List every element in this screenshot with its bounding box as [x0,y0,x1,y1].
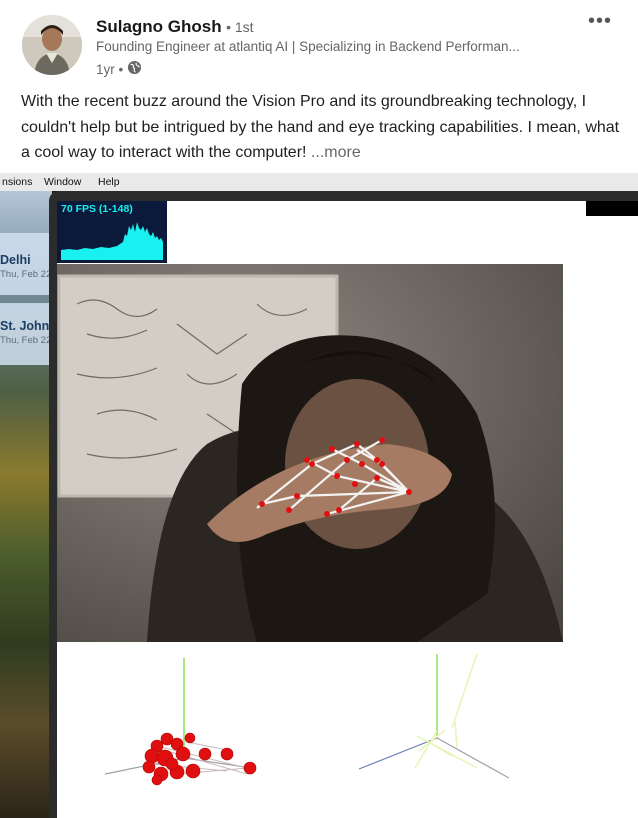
weather-city: St. John [0,319,50,333]
menu-item-help: Help [98,176,120,188]
post-meta: 1yr • [96,60,142,78]
fps-label: 70 FPS (1-148) [61,203,133,215]
post-video[interactable]: nsions Window Help Delhi Thu, Feb 22 St.… [0,173,638,818]
black-bar [586,201,638,216]
weather-widget-stjohn: St. John Thu, Feb 22 [0,303,52,365]
right-3d-plot [358,653,510,779]
webcam-feed [57,264,563,642]
author-name-row: Sulagno Ghosh • 1st [96,17,254,37]
author-headline: Founding Engineer at atlantiq AI | Speci… [96,39,520,54]
linkedin-post: Sulagno Ghosh • 1st Founding Engineer at… [0,0,638,818]
weather-date: Thu, Feb 22 [0,269,52,280]
weather-city: Delhi [0,253,31,267]
weather-widget-delhi: Delhi Thu, Feb 22 [0,233,52,295]
3d-hand-plots [57,646,638,818]
globe-icon [127,60,142,78]
author-name[interactable]: Sulagno Ghosh [96,17,222,36]
menu-item-extensions: nsions [2,176,33,188]
desktop-wallpaper: Delhi Thu, Feb 22 St. John Thu, Feb 22 [0,191,52,818]
author-avatar[interactable] [22,15,82,75]
left-3d-plot [104,658,257,786]
mac-menubar: nsions Window Help [0,173,638,191]
post-time: 1yr • [96,61,124,77]
post-body: With the recent buzz around the Vision P… [21,89,621,166]
fps-graph [61,222,163,260]
weather-date: Thu, Feb 22 [0,335,52,346]
fps-monitor: 70 FPS (1-148) [57,201,167,263]
tracking-canvas: 70 FPS (1-148) [57,201,638,818]
menu-item-window: Window [44,176,82,188]
more-options-icon[interactable]: ••• [585,8,615,34]
see-more-link[interactable]: ...more [311,144,361,161]
connection-degree: • 1st [226,19,254,35]
avatar-photo [22,15,82,75]
